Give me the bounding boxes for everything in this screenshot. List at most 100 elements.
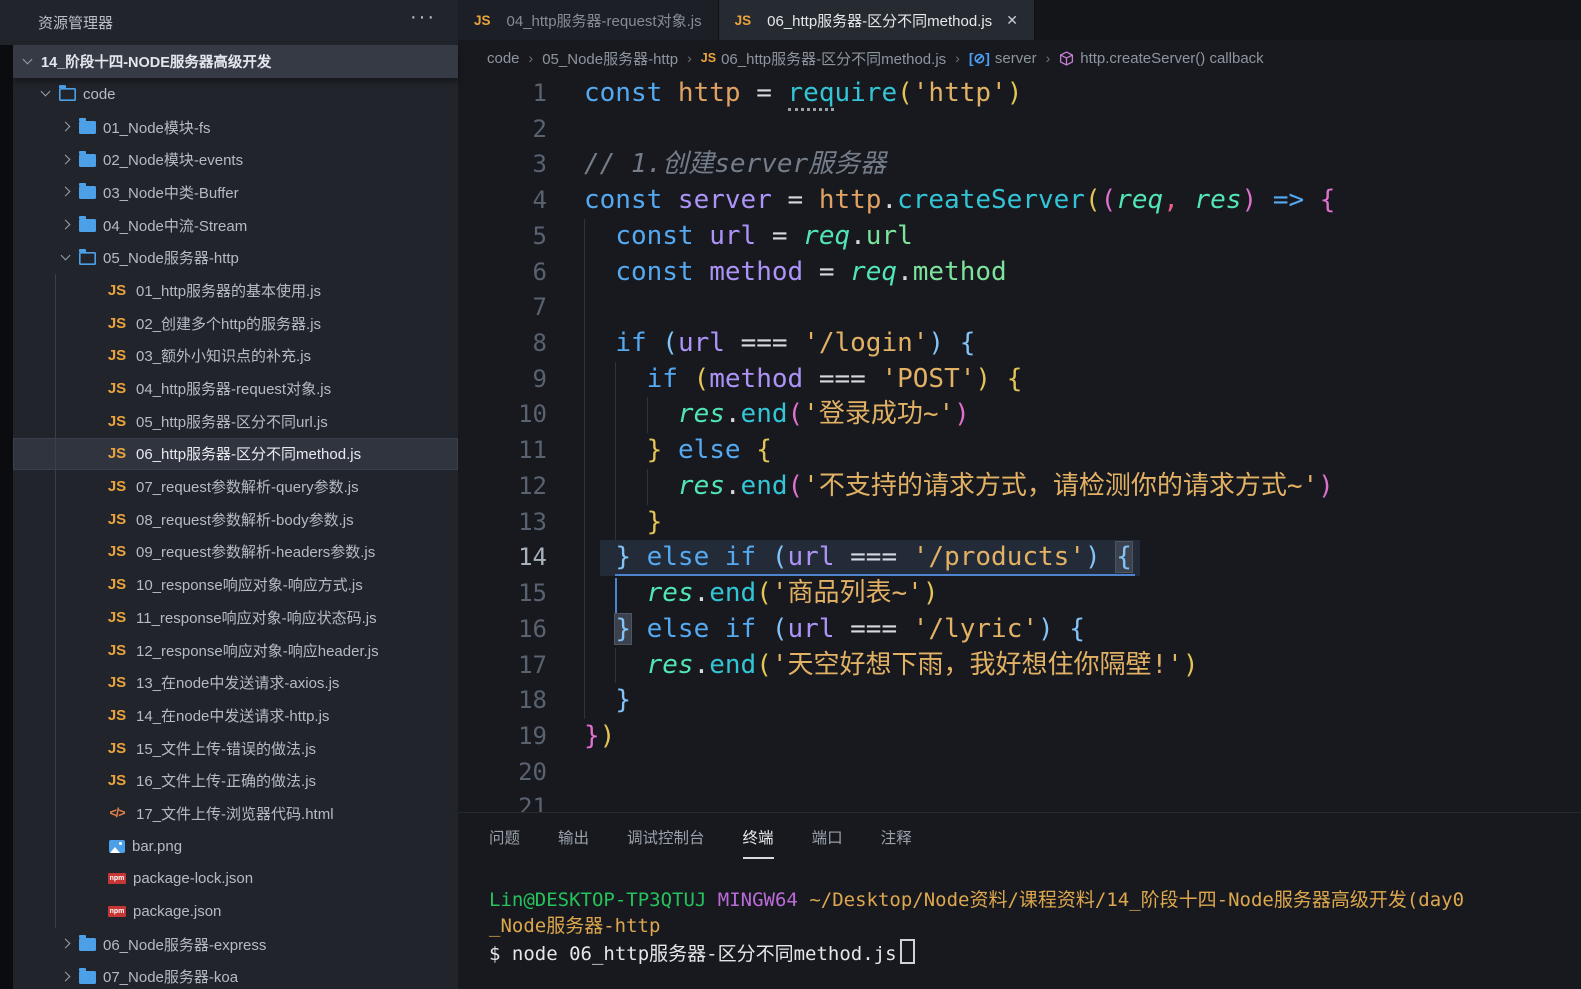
tree-item-label: 01_Node模块-fs [103,117,211,138]
more-actions-icon[interactable]: ··· [410,6,436,29]
tree-item-label: 02_Node模块-events [103,149,243,170]
tree-item-label: 13_在node中发送请求-axios.js [136,672,339,693]
tree-item[interactable]: JS04_http服务器-request对象.js [13,372,458,405]
panel-tab-active[interactable]: 终端 [743,826,774,859]
tree-item[interactable]: 05_Node服务器-http [13,241,458,274]
line-number: 18 [458,683,547,719]
code-token [584,471,678,501]
breadcrumb-label: http.createServer() callback [1080,50,1263,67]
tree-item[interactable]: JS06_http服务器-区分不同method.js [13,438,458,471]
tree-item[interactable]: JS16_文件上传-正确的做法.js [13,764,458,797]
panel-tab-item[interactable]: 端口 [812,826,843,859]
editor-tab[interactable]: JS06_http服务器-区分不同method.js✕ [719,0,1035,40]
tree-item[interactable]: JS09_request参数解析-headers参数.js [13,536,458,569]
code-token: const [584,185,678,215]
code-token [788,328,804,358]
panel-tab-item[interactable]: 问题 [489,826,520,859]
panel-tabbar: 问题 输出 调试控制台 终端 端口 注释 [458,813,1581,859]
code-token: ) [975,364,991,394]
chevron-down-icon[interactable] [57,250,75,266]
code-token: url [788,542,835,572]
explorer-sidebar: 资源管理器 ··· 14_阶段十四-NODE服务器高级开发 code01_Nod… [0,0,458,989]
breadcrumb-item[interactable]: http.createServer() callback [1059,50,1263,67]
code-line: res.end('商品列表~') [584,576,1335,612]
line-number: 10 [458,397,547,433]
javascript-file-icon: JS [105,282,129,299]
code-editor[interactable]: 123456789101112131415161718192021 const … [458,76,1581,812]
code-line [584,755,1335,791]
breadcrumb-item[interactable]: code [487,50,520,67]
code-token [756,542,772,572]
code-token [1179,185,1195,215]
javascript-file-icon: JS [105,674,129,691]
tree-item[interactable]: JS01_http服务器的基本使用.js [13,274,458,307]
code-token: else [647,614,710,644]
code-token: ( [897,78,913,108]
code-token: else [678,435,741,465]
code-token [584,328,615,358]
chevron-right-icon[interactable] [57,119,75,135]
tree-item[interactable]: JS02_创建多个http的服务器.js [13,307,458,340]
tree-item[interactable]: JS10_response响应对象-响应方式.js [13,568,458,601]
breadcrumb-item[interactable]: 05_Node服务器-http [542,48,678,69]
javascript-file-icon: JS [105,543,129,560]
line-number: 11 [458,433,547,469]
panel-tab-item[interactable]: 注释 [881,826,912,859]
tree-item[interactable]: npmpackage-lock.json [13,863,458,896]
workspace-root-row[interactable]: 14_阶段十四-NODE服务器高级开发 [13,45,458,78]
code-token [835,614,851,644]
close-icon[interactable]: ✕ [1006,12,1018,29]
tree-item[interactable]: JS 13_在node中发送请求-axios.js [13,666,458,699]
breadcrumb-item[interactable]: JS06_http服务器-区分不同method.js [701,48,946,69]
terminal-text: MINGW64 [718,889,798,911]
chevron-right-icon[interactable] [57,936,75,952]
panel-tab-item[interactable]: 调试控制台 [627,826,705,859]
tree-item[interactable]: </>17_文件上传-浏览器代码.html [13,797,458,830]
tree-item[interactable]: JS08_request参数解析-body参数.js [13,503,458,536]
chevron-right-icon[interactable] [57,184,75,200]
terminal-output[interactable]: Lin@DESKTOP-TP3QTUJ MINGW64 ~/Desktop/No… [489,887,1581,967]
code-token: , [1163,185,1179,215]
editor-tab[interactable]: JS04_http服务器-request对象.js [458,0,719,40]
editor-tab-label: 04_http服务器-request对象.js [507,10,702,31]
line-number: 13 [458,505,547,541]
image-file-icon [109,840,125,853]
chevron-down-icon[interactable] [37,86,55,102]
breadcrumb-item[interactable]: [⊘]server [969,50,1037,67]
tree-item[interactable]: 03_Node中类-Buffer [13,176,458,209]
tree-item[interactable]: code [13,78,458,111]
tree-item[interactable]: JS15_文件上传-错误的做法.js [13,732,458,765]
code-token [709,542,725,572]
code-token [584,221,615,251]
tree-item[interactable]: 07_Node服务器-koa [13,961,458,989]
tree-item[interactable]: bar.png [13,830,458,863]
chevron-placeholder [87,479,105,495]
code-token: . [897,257,913,287]
code-token [725,328,741,358]
tree-item[interactable]: 04_Node中流-Stream [13,209,458,242]
chevron-right-icon[interactable] [57,217,75,233]
tree-item[interactable]: JS11_response响应对象-响应状态码.js [13,601,458,634]
tree-item[interactable]: JS05_http服务器-区分不同url.js [13,405,458,438]
tree-item[interactable]: JS07_request参数解析-query参数.js [13,470,458,503]
code-token: ) [1085,542,1101,572]
tree-item[interactable]: 02_Node模块-events [13,143,458,176]
tree-item[interactable]: JS14_在node中发送请求-http.js [13,699,458,732]
tree-item[interactable]: 01_Node模块-fs [13,111,458,144]
chevron-right-icon[interactable] [57,969,75,985]
chevron-placeholder [87,282,105,298]
tree-item-label: 15_文件上传-错误的做法.js [136,738,316,759]
code-token: http [819,185,882,215]
chevron-right-icon[interactable] [57,152,75,168]
tree-item[interactable]: JS12_response响应对象-响应header.js [13,634,458,667]
folder-open-icon [79,252,96,265]
code-token [897,614,913,644]
tree-item[interactable]: npmpackage.json [13,895,458,928]
tree-item[interactable]: 06_Node服务器-express [13,928,458,961]
tree-item-label: 04_Node中流-Stream [103,215,247,236]
code-token: { [960,328,976,358]
code-token [1054,614,1070,644]
code-token [584,364,647,394]
tree-item[interactable]: JS03_额外小知识点的补充.js [13,340,458,373]
panel-tab-item[interactable]: 输出 [558,826,589,859]
